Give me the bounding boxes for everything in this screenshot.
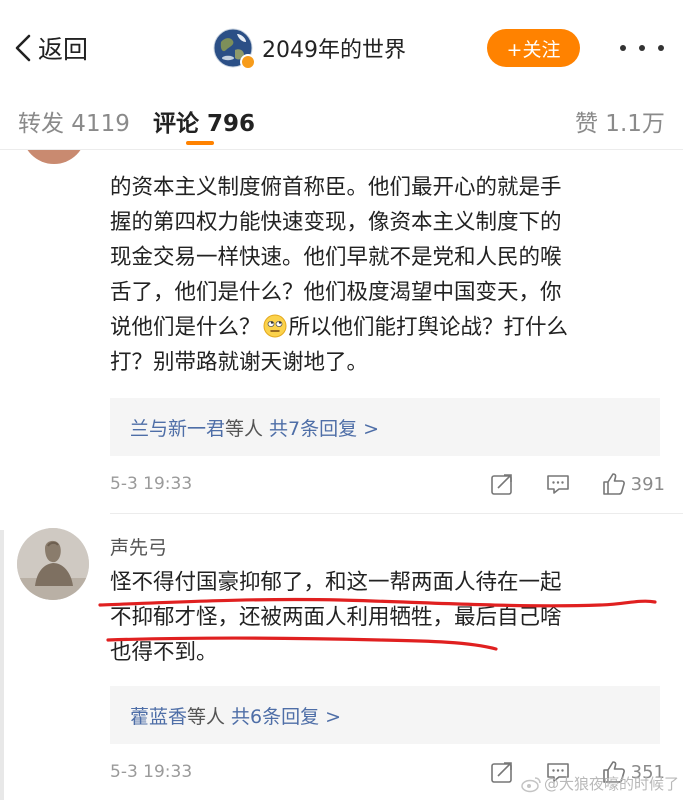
reply-button[interactable]: [545, 471, 571, 497]
tab-likes[interactable]: 赞 1.1万: [575, 104, 665, 138]
comment-line: 也得不到。: [110, 640, 218, 665]
divider: [110, 513, 683, 514]
comment-text-clipped: [110, 150, 670, 157]
share-button[interactable]: [489, 471, 515, 497]
comment-icon: [546, 475, 569, 494]
dot-icon: [658, 45, 664, 51]
comment-list[interactable]: 的资本主义制度俯首称臣。他们最开心的就是手 握的第四权力能快速变现，像资本主义制…: [0, 150, 683, 800]
comment-text: 的资本主义制度俯首称臣。他们最开心的就是手 握的第四权力能快速变现，像资本主义制…: [110, 170, 670, 380]
follow-button[interactable]: +关注: [487, 29, 580, 67]
account-header[interactable]: 2049年的世界: [213, 26, 406, 70]
comment-line: 说他们是什么？: [110, 315, 261, 340]
comment-line: 的资本主义制度俯首称臣。他们最开心的就是手: [110, 175, 562, 200]
top-nav-bar: 返回 2049年的世界 +关注: [0, 0, 683, 92]
reply-count-link[interactable]: 共6条回复 >: [231, 702, 341, 729]
replies-preview[interactable]: 藿蓝香 等人 共6条回复 >: [110, 686, 660, 744]
comment-line: 所以他们能打舆论战？打什么: [288, 315, 569, 340]
statue-avatar-image: [17, 528, 89, 600]
reply-connector-text: 等人: [225, 417, 264, 440]
share-button[interactable]: [489, 759, 515, 785]
comment-line: 不抑郁才怪，还被两面人利用牺牲，最后自己啥: [110, 605, 562, 630]
tab-bar: 转发 4119 评论 796 赞 1.1万: [0, 92, 683, 150]
verified-badge-icon: [240, 54, 256, 70]
comment-line: 现金交易一样快速。他们早就不是党和人民的喉: [110, 245, 562, 270]
chevron-left-icon: [15, 34, 31, 62]
watermark: @大狼夜嚎的时候了: [520, 773, 679, 794]
reply-author-link[interactable]: 兰与新一君: [130, 414, 225, 441]
comment-line: 舌了，他们是什么？他们极度渴望中国变天，你: [110, 280, 562, 305]
comment-text: 怪不得付国豪抑郁了，和这一帮两面人待在一起 不抑郁才怪，还被两面人利用牺牲，最后…: [110, 565, 670, 670]
share-icon: [490, 474, 512, 495]
like-count: 391: [630, 473, 665, 495]
share-icon: [490, 762, 512, 783]
comment-meta: 5-3 19:33 391: [110, 469, 665, 499]
comment-actions: 391: [489, 469, 665, 499]
back-button[interactable]: 返回: [12, 28, 88, 68]
comment-timestamp: 5-3 19:33: [110, 762, 193, 782]
page-title: 2049年的世界: [262, 38, 406, 63]
tab-comments[interactable]: 评论 796: [153, 104, 255, 138]
comment-line: 握的第四权力能快速变现，像资本主义制度下的: [110, 210, 562, 235]
thumbs-up-icon: [602, 473, 625, 495]
reply-author-link[interactable]: 藿蓝香: [130, 702, 187, 729]
avatar[interactable]: [17, 528, 89, 600]
reply-count-link[interactable]: 共7条回复 >: [269, 414, 379, 441]
active-tab-indicator: [186, 141, 214, 145]
more-options-button[interactable]: [620, 36, 664, 60]
avatar[interactable]: [213, 28, 256, 70]
eye-roll-emoji-icon: [263, 314, 287, 338]
scroll-indicator: [0, 530, 4, 800]
reply-connector-text: 等人: [187, 705, 226, 728]
replies-preview[interactable]: 兰与新一君 等人 共7条回复 >: [110, 398, 660, 456]
avatar[interactable]: [22, 150, 86, 164]
comment-line: 打？别带路就谢天谢地了。: [110, 350, 369, 375]
dot-icon: [639, 45, 645, 51]
back-label: 返回: [38, 35, 89, 64]
comment-line: 怪不得付国豪抑郁了，和这一帮两面人待在一起: [110, 570, 562, 595]
tab-reposts[interactable]: 转发 4119: [18, 104, 130, 138]
comment-username[interactable]: 声先弓: [110, 533, 167, 560]
watermark-text: @大狼夜嚎的时候了: [543, 775, 679, 793]
like-button[interactable]: 391: [601, 471, 665, 497]
comment-timestamp: 5-3 19:33: [110, 474, 193, 494]
dot-icon: [620, 45, 626, 51]
weibo-logo-icon: [521, 776, 541, 792]
